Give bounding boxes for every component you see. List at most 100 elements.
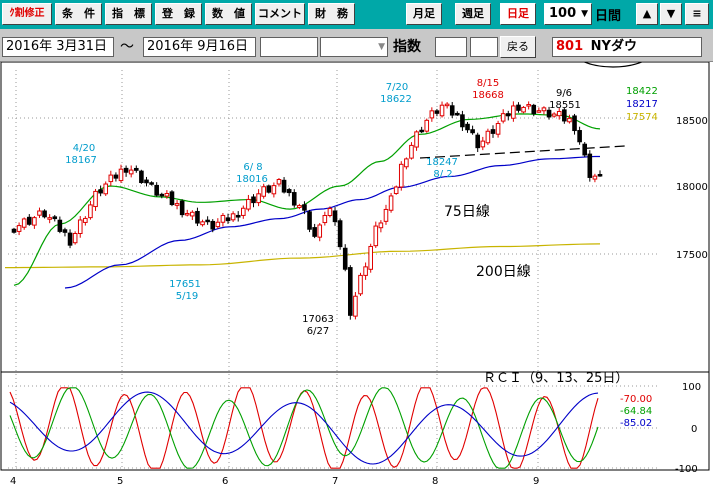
candle-body [286,189,292,194]
candle-body [241,207,246,216]
candle-body [388,195,394,211]
candle-body [128,169,134,175]
rci-title: ＲＣＩ（9、13、25日） [483,371,628,386]
candle-body [490,129,496,134]
candle-body [495,123,501,135]
candle-body [327,208,333,217]
end-date-field[interactable]: 2016年 9月16日 [143,37,256,57]
chart-grid [0,61,710,471]
candle-body [113,174,119,179]
candle-body [169,191,175,206]
y-tick: 17500 [676,250,708,261]
candle-body [190,211,195,217]
candle-body [154,184,159,196]
candle-body [26,216,32,225]
price-annotations-dark: 17063 6/27 9/6 18551 [302,88,581,337]
x-axis-ticks: 4 5 6 7 8 9 [10,476,539,487]
candle-body [67,232,73,246]
candle-body [281,179,287,193]
y-tick: 18000 [676,182,708,193]
rci-value-blue: -85.02 [620,418,652,429]
candle-body [348,267,353,316]
values-button[interactable]: 数 値 [205,3,252,25]
toolbar: ｸ割修正 条 件 指 標 登 録 数 値 コメント 財 務 月足 週足 日足 1… [0,0,713,29]
daily-button[interactable]: 日足 [500,3,536,25]
candle-body [16,225,22,232]
rci-tick: -100 [675,464,698,475]
candle-body [32,217,37,226]
x-tick: 5 [117,476,123,487]
ma25-line [13,113,601,286]
candle-body [475,134,481,149]
candle-body [373,225,379,247]
weekly-button[interactable]: 週足 [455,3,491,25]
candle-body [582,143,588,156]
candle-body [246,198,251,210]
annotation-value: 18551 [549,100,581,111]
market-select[interactable]: ▼ [320,37,388,57]
candle-body [404,158,409,168]
rci-values: -70.00 -64.84 -85.02 [620,394,652,429]
annotation-value: 18016 [236,174,268,185]
candle-body [332,210,338,223]
chevron-down-icon: ▼ [378,42,385,52]
candle-body [21,218,27,228]
candle-body [195,210,200,224]
candle-body [398,163,404,188]
candle-body [251,196,256,204]
candle-body [72,233,78,244]
candle-body [465,123,470,131]
candle-body [536,110,542,113]
chart-frame [0,61,710,471]
monthly-button[interactable]: 月足 [406,3,442,25]
indicators-button[interactable]: 指 標 [105,3,152,25]
register-button[interactable]: 登 録 [155,3,202,25]
menu-button[interactable]: ≡ [685,3,709,25]
x-tick: 7 [332,476,338,487]
candle-body [312,227,317,237]
split-adjust-button[interactable]: ｸ割修正 [2,3,52,25]
x-tick: 8 [432,476,438,487]
candle-body [587,153,593,178]
period-select[interactable]: 100 ▼ [544,3,592,25]
ma200-label: 200日線 [476,264,531,280]
candle-body [307,211,312,230]
candle-body [98,189,103,194]
ma-value-blue: 18217 [626,99,658,110]
start-date-field[interactable]: 2016年 3月31日 [2,37,114,57]
candle-body [271,185,277,195]
symbol-field[interactable]: 801 NYダウ [552,37,702,57]
rci-value-green: -64.84 [620,406,652,417]
candle-body [383,208,389,222]
annotation-date: 5/19 [176,291,198,302]
scroll-up-button[interactable]: ▲ [636,3,658,25]
rci-y-ticks: 100 0 -100 [675,382,701,475]
blank-field[interactable] [260,37,318,57]
candle-body [159,193,165,197]
scroll-down-button[interactable]: ▼ [660,3,682,25]
candle-body [215,221,221,228]
candle-body [297,205,302,209]
candle-body [149,182,154,185]
back-button[interactable]: 戻る [500,36,536,58]
candle-body [230,213,236,221]
price-annotations-red: 8/15 18668 [472,78,504,101]
comment-button[interactable]: コメント [255,3,305,25]
candle-body [500,113,506,122]
candle-body [235,214,241,218]
x-tick: 6 [222,476,228,487]
candle-body [455,112,460,116]
candle-body [103,183,109,195]
candle-body [220,214,226,223]
days-label: 日間 [595,9,622,24]
annotation-date: 4/20 [73,143,95,154]
candle-body [449,105,455,116]
conditions-button[interactable]: 条 件 [55,3,102,25]
financials-button[interactable]: 財 務 [308,3,355,25]
candle-body [592,175,598,180]
candle-body [144,179,149,184]
annotation-date: 6/ 8 [243,162,262,173]
candle-body [225,217,231,222]
annotation-date: 8/15 [477,78,499,89]
ma-value-legend: 18422 18217 17574 [626,86,658,123]
